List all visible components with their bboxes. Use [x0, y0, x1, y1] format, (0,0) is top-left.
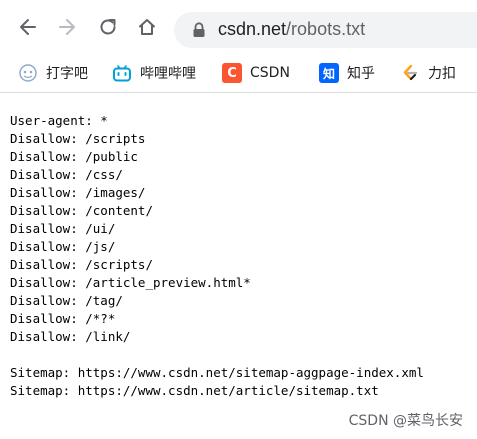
watermark: CSDN @菜鸟长安 — [348, 413, 463, 429]
url-path: /robots.txt — [286, 19, 366, 39]
url-domain: csdn.net — [218, 19, 287, 39]
bookmark-label: 打字吧 — [46, 66, 88, 82]
bookmarks-bar: 打字吧 哔哩哔哩 C CSDN 知 知乎 力扣 — [0, 54, 477, 93]
robots-line: Disallow: /scripts — [10, 131, 146, 146]
robots-line: Disallow: /scripts/ — [10, 257, 153, 272]
robots-line: User-agent: * — [10, 113, 108, 128]
robots-line: Disallow: /*?* — [10, 311, 116, 326]
address-bar[interactable]: csdn.net/robots.txt — [174, 12, 477, 48]
robots-line: Disallow: /public — [10, 149, 138, 164]
back-button[interactable] — [14, 13, 42, 41]
robots-line: Disallow: /content/ — [10, 203, 153, 218]
bookmark-label: 哔哩哔哩 — [140, 66, 196, 82]
bookmark-csdn[interactable]: C CSDN — [222, 62, 290, 84]
leetcode-icon — [400, 63, 420, 83]
robots-line: Disallow: /link/ — [10, 329, 131, 344]
home-button[interactable] — [133, 13, 161, 41]
sitemap-line: Sitemap: https://www.csdn.net/article/si… — [10, 383, 379, 398]
arrow-right-icon — [59, 19, 75, 35]
sitemap-line: Sitemap: https://www.csdn.net/sitemap-ag… — [10, 365, 424, 380]
url-text: csdn.net/robots.txt — [218, 19, 365, 40]
robots-line: Disallow: /js/ — [10, 239, 116, 254]
bilibili-icon — [112, 63, 132, 83]
robots-line: Disallow: /css/ — [10, 167, 123, 182]
browser-toolbar: csdn.net/robots.txt — [0, 0, 477, 54]
robots-line: Disallow: /tag/ — [10, 293, 123, 308]
typing-bar-icon — [18, 63, 38, 83]
robots-txt-content: User-agent: * Disallow: /scripts Disallo… — [10, 112, 424, 400]
robots-line: Disallow: /images/ — [10, 185, 146, 200]
bookmark-zhihu[interactable]: 知 知乎 — [319, 62, 375, 84]
arrow-left-icon — [20, 19, 36, 35]
forward-button[interactable] — [53, 13, 81, 41]
robots-line: Disallow: /ui/ — [10, 221, 116, 236]
bookmark-label: CSDN — [250, 65, 290, 81]
reload-button[interactable] — [94, 13, 122, 41]
bookmark-leetcode[interactable]: 力扣 — [400, 62, 456, 84]
bookmark-typing-bar[interactable]: 打字吧 — [18, 62, 88, 84]
reload-icon — [100, 19, 116, 35]
bookmark-bilibili[interactable]: 哔哩哔哩 — [112, 62, 196, 84]
bookmark-label: 力扣 — [428, 66, 456, 82]
lock-icon — [193, 22, 205, 37]
zhihu-icon: 知 — [319, 63, 339, 83]
csdn-icon: C — [222, 63, 242, 83]
bookmark-label: 知乎 — [347, 66, 375, 82]
robots-line: Disallow: /article_preview.html* — [10, 275, 251, 290]
home-icon — [139, 19, 155, 35]
